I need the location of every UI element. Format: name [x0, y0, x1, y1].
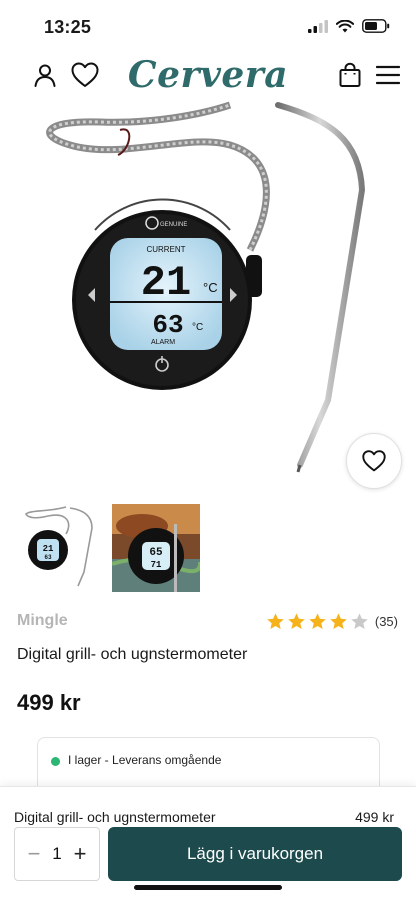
lcd-alarm-temp: 63	[152, 310, 183, 340]
lcd-current-temp: 21	[141, 259, 191, 307]
status-icons	[308, 19, 390, 33]
svg-text:21: 21	[43, 544, 54, 554]
quantity-stepper: − 1 +	[14, 827, 100, 881]
star-filled-icon	[288, 613, 305, 630]
lcd-label-top: CURRENT	[146, 245, 185, 254]
svg-text:GENUINE: GENUINE	[160, 222, 187, 228]
star-filled-icon	[267, 613, 284, 630]
star-filled-icon	[330, 613, 347, 630]
thumbnail-product[interactable]: 21 63	[18, 502, 98, 594]
stock-status-card: I lager - Leverans omgående	[37, 737, 380, 793]
lcd-unit-top: °C	[203, 280, 218, 295]
thumbnail-lifestyle[interactable]: 65 71	[112, 504, 200, 592]
add-to-wishlist-button[interactable]	[346, 433, 402, 489]
thumb-temp-top: 65	[149, 547, 163, 559]
quantity-value[interactable]: 1	[52, 844, 61, 864]
quantity-increase-button[interactable]: +	[71, 841, 89, 867]
signal-icon	[308, 19, 328, 33]
quantity-decrease-button[interactable]: −	[25, 841, 43, 867]
add-to-cart-button[interactable]: Lägg i varukorgen	[108, 827, 402, 881]
sticky-product-title: Digital grill- och ugnstermometer	[14, 809, 216, 825]
product-title: Digital grill- och ugnstermometer	[17, 646, 248, 663]
star-filled-icon	[309, 613, 326, 630]
status-bar: 13:25	[0, 0, 416, 52]
review-count[interactable]: (35)	[375, 614, 398, 629]
product-main-image[interactable]: GENUINE CURRENT 21 °C 63 °C ALARM	[0, 100, 416, 495]
sticky-add-to-cart-bar: Digital grill- och ugnstermometer 499 kr…	[0, 786, 416, 900]
thermometer-illustration: GENUINE CURRENT 21 °C 63 °C ALARM	[46, 101, 366, 473]
rating-stars	[266, 612, 369, 631]
image-thumbnails: 21 63 65 71	[18, 502, 200, 594]
product-rating[interactable]: (35)	[266, 612, 398, 631]
star-empty-icon	[351, 613, 368, 630]
product-brand[interactable]: Mingle	[17, 612, 68, 630]
cart-bag-icon[interactable]	[335, 60, 365, 90]
heart-icon	[362, 450, 386, 472]
thumb-temp-bottom: 71	[151, 560, 162, 570]
battery-icon	[362, 19, 390, 33]
wifi-icon	[336, 19, 354, 32]
svg-text:63: 63	[44, 554, 52, 561]
home-indicator	[134, 885, 282, 890]
site-header: Cervera	[0, 52, 416, 100]
sticky-product-price: 499 kr	[355, 809, 394, 825]
lcd-label-bottom: ALARM	[151, 339, 175, 346]
in-stock-dot-icon	[51, 757, 60, 766]
menu-hamburger-icon[interactable]	[373, 60, 403, 90]
lcd-unit-bottom: °C	[192, 322, 203, 333]
product-price: 499 kr	[17, 690, 81, 715]
status-time: 13:25	[44, 17, 92, 37]
stock-status-text: I lager - Leverans omgående	[68, 753, 222, 767]
